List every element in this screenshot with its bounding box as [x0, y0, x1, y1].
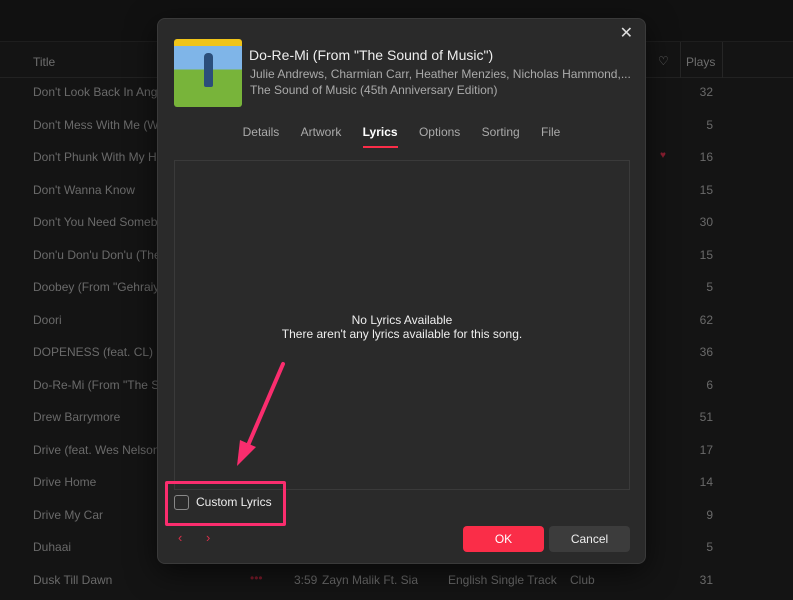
annotation-arrow-icon	[237, 362, 285, 466]
